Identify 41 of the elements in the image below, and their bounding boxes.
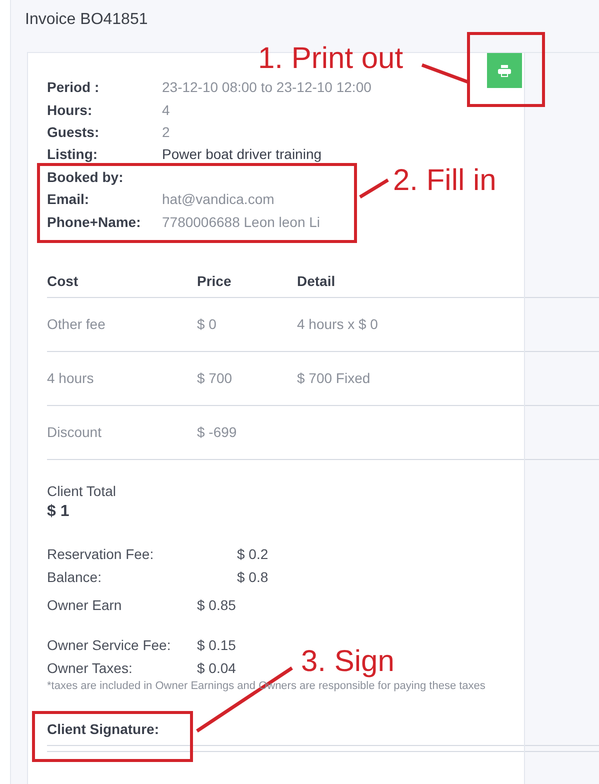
fee-amount: $ 0.04 <box>197 660 236 676</box>
detail-label: Booked by: <box>47 168 124 185</box>
payment-label: Reservation Fee: <box>47 546 155 562</box>
table-cell-text: Discount <box>47 424 102 440</box>
table-cell: $ 700 Fixed <box>297 370 370 386</box>
column-header: Detail <box>297 272 336 289</box>
fee-amount: $ 0.15 <box>197 637 236 654</box>
detail-label: Period : <box>47 79 100 96</box>
total-label: Client Total <box>47 482 118 499</box>
total-amount: $ 1 <box>47 502 70 521</box>
table-cell-text: $ -699 <box>197 424 238 440</box>
detail-value: hat@vandica.com <box>162 191 274 208</box>
detail-value: 4 <box>162 102 170 118</box>
detail-value: 7780006688 Leon leon Li <box>162 214 320 230</box>
signature-label: Client Signature: <box>47 720 160 737</box>
payment-amount: $ 0.2 <box>237 546 268 562</box>
table-cell-text: $ 0 <box>197 316 218 332</box>
earn-amount: $ 0.85 <box>197 596 236 613</box>
detail-value: 23-12-10 08:00 to 23-12-10 12:00 <box>162 79 372 96</box>
detail-label: Phone+Name: <box>47 214 142 230</box>
payment-amount: $ 0.8 <box>237 569 268 586</box>
detail-label: Listing: <box>47 146 99 162</box>
detail-value: Power boat driver training <box>162 146 322 162</box>
column-header: Cost <box>47 272 80 289</box>
column-header: Price <box>197 272 232 289</box>
detail-label: Email: <box>47 191 90 208</box>
table-cell-text: $ 700 <box>197 370 234 386</box>
detail-label: Hours: <box>47 102 94 118</box>
annotation-text: 2. Fill in <box>393 163 496 199</box>
table-cell-text: 4 hours <box>47 370 95 386</box>
fee-label: Owner Service Fee: <box>47 637 172 654</box>
table-cell-text: Other fee <box>47 316 106 332</box>
invoice-title: Invoice BO41851 <box>25 11 149 30</box>
annotation-text: 3. Sign <box>301 644 394 680</box>
earn-label: Owner Earn <box>47 596 123 613</box>
detail-label: Guests: <box>47 124 100 140</box>
payment-label: Balance: <box>47 569 102 586</box>
annotation-text: 1. Print out <box>258 41 404 77</box>
table-cell: 4 hours x $ 0 <box>297 316 378 332</box>
detail-value: 2 <box>162 124 170 140</box>
fee-label: Owner Taxes: <box>47 660 134 676</box>
